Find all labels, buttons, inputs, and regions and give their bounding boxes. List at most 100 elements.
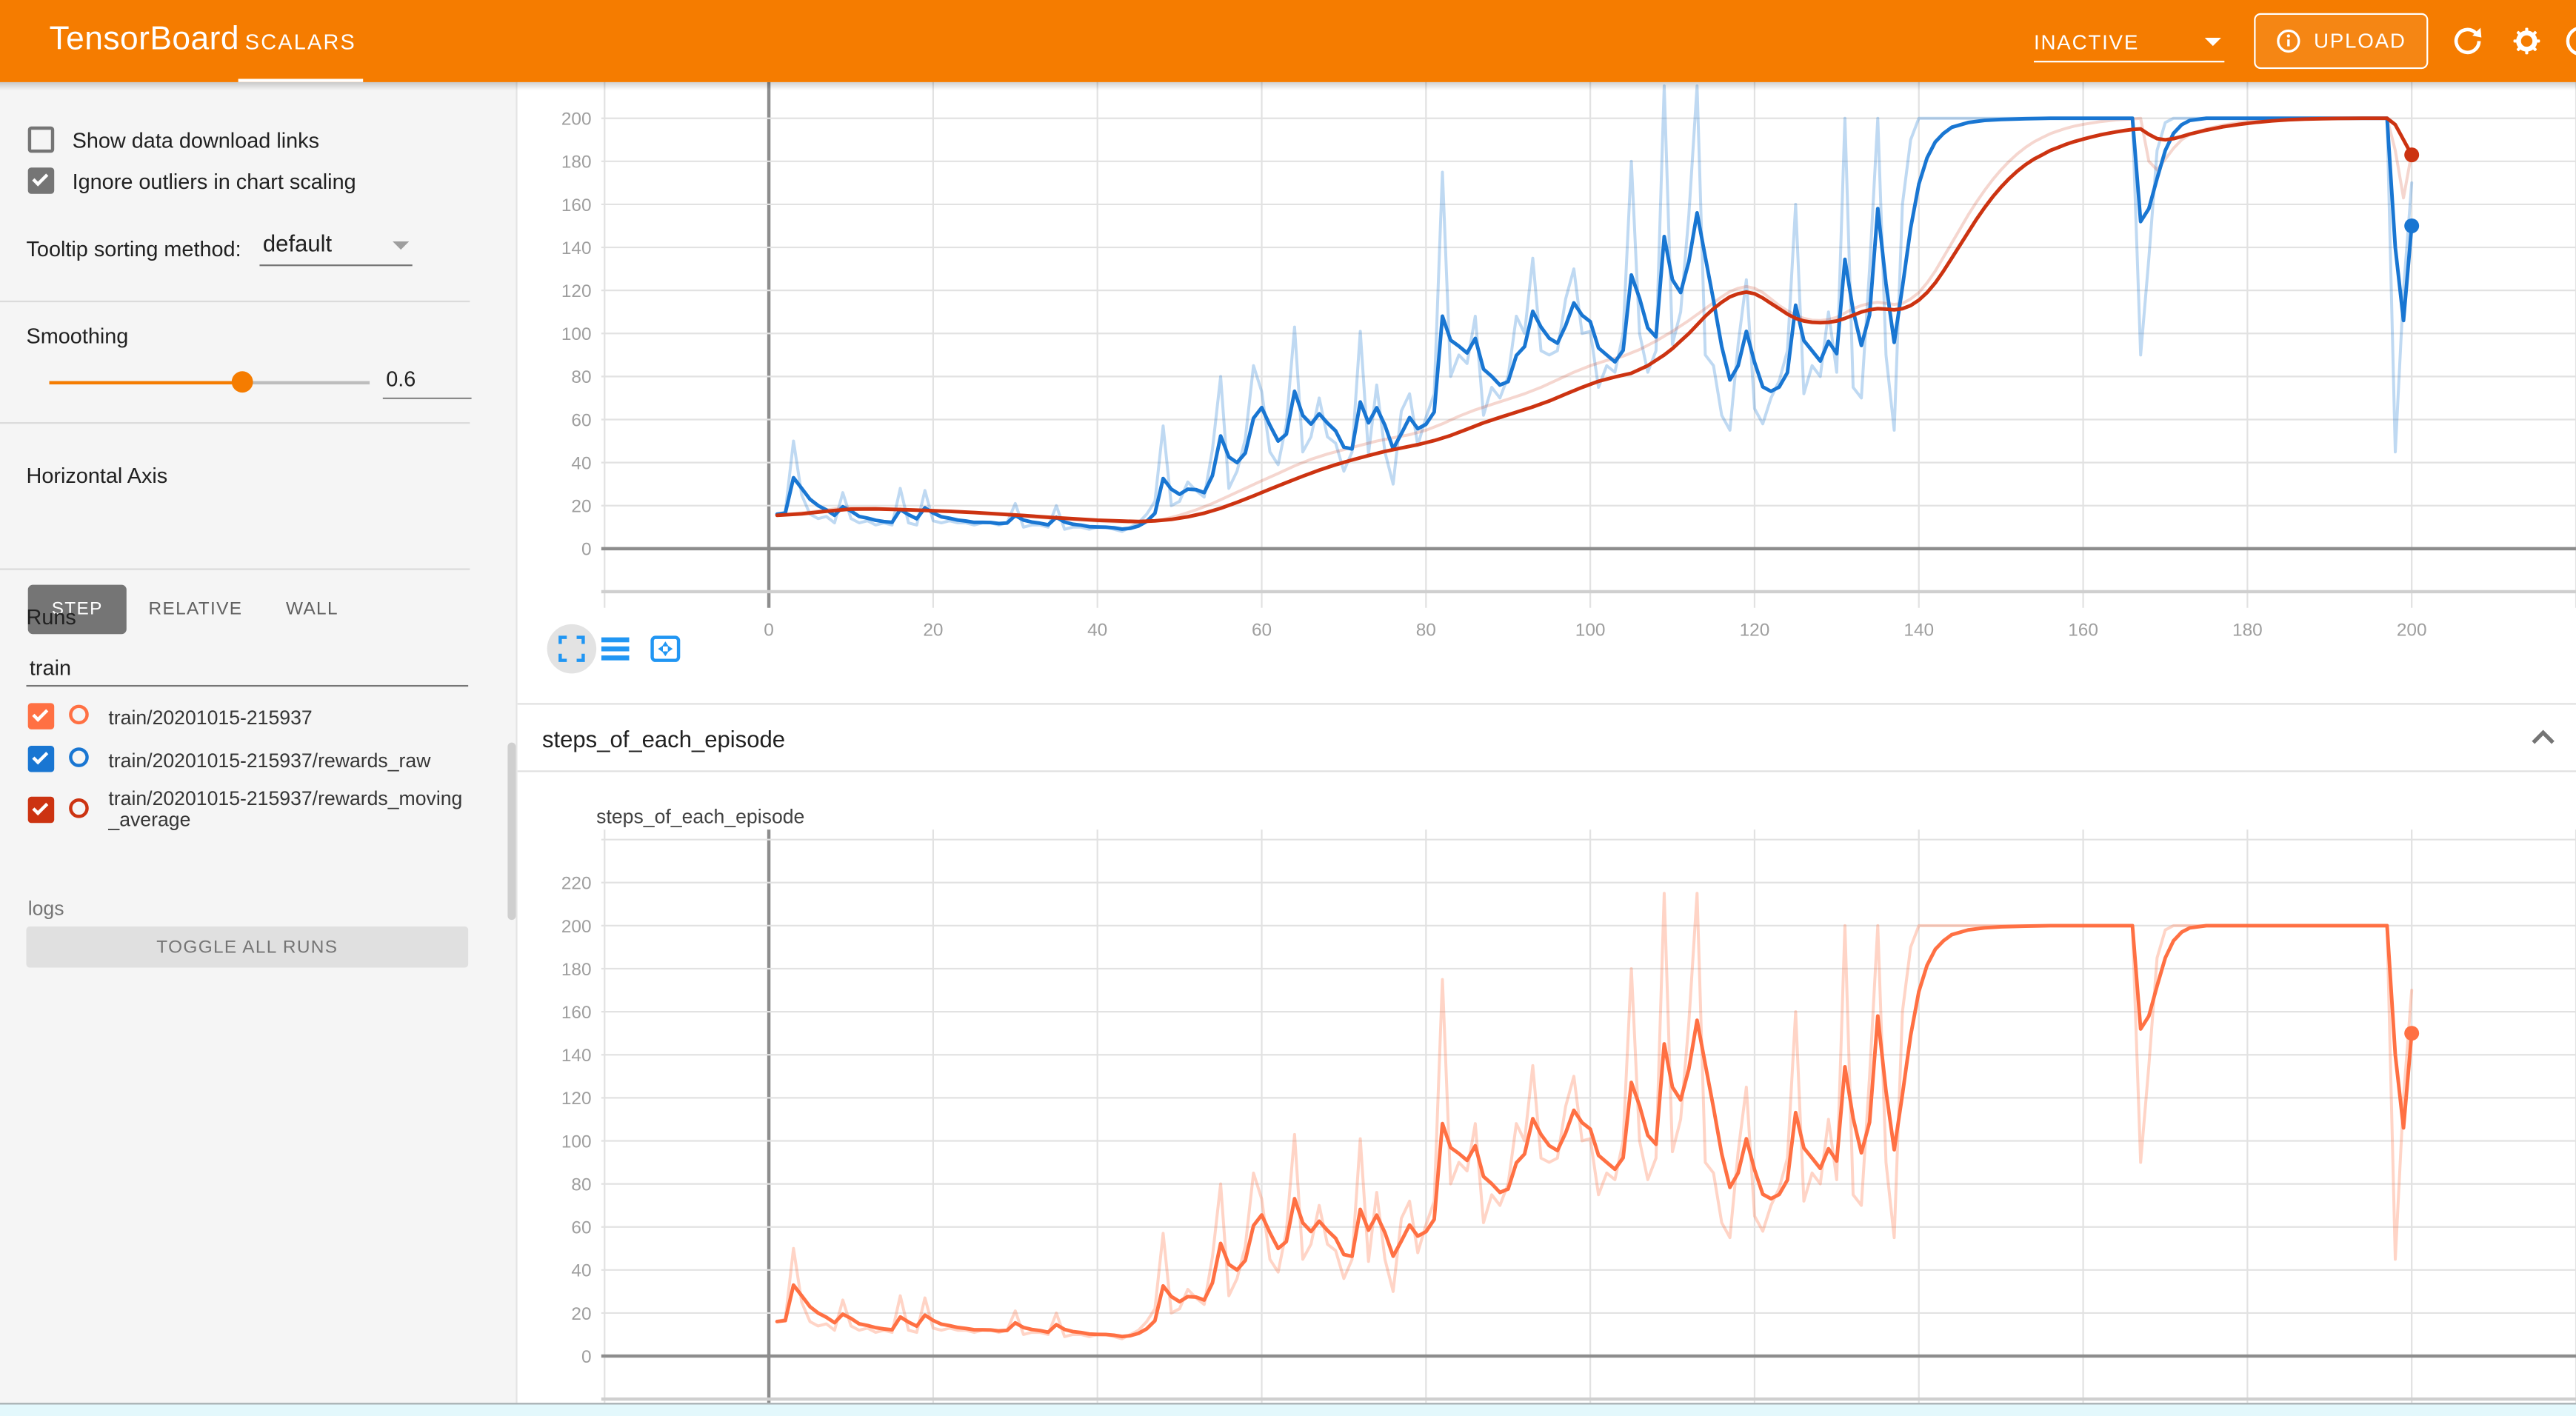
chevron-down-icon — [2205, 38, 2221, 46]
y-tick-label: 180 — [561, 153, 592, 173]
runs-filter-input[interactable] — [26, 649, 468, 687]
rewards-chart[interactable]: 0204060801001201401601802000204060801001… — [518, 82, 2576, 641]
x-tick-label: 0 — [764, 620, 774, 640]
x-tick-label: 200 — [2397, 620, 2427, 640]
expand-chart-icon[interactable] — [557, 634, 587, 664]
y-tick-label: 140 — [561, 1046, 592, 1066]
checkbox-label: Ignore outliers in chart scaling — [73, 169, 356, 193]
check-icon — [32, 747, 48, 764]
steps-chart[interactable]: 020406080100120140160180200220 — [518, 829, 2576, 1403]
upload-button[interactable]: UPLOAD — [2254, 13, 2428, 69]
x-tick-label: 80 — [1416, 620, 1436, 640]
tab-active-underline — [238, 79, 364, 81]
x-tick-label: 60 — [1252, 620, 1272, 640]
run-checkbox[interactable] — [28, 797, 54, 823]
bottom-highlight-strip — [0, 1403, 2576, 1416]
y-tick-label: 200 — [561, 917, 592, 937]
chevron-up-icon[interactable] — [2530, 728, 2556, 748]
series-avg_smooth — [777, 118, 2412, 522]
smoothing-slider-fill — [50, 381, 242, 384]
check-icon — [32, 798, 48, 815]
divider — [0, 301, 470, 302]
y-tick-label: 220 — [561, 874, 592, 894]
header-shadow — [0, 82, 2576, 90]
y-tick-label: 160 — [561, 1003, 592, 1023]
y-tick-label: 200 — [561, 110, 592, 130]
section-title: steps_of_each_episode — [542, 726, 785, 752]
series-steps_raw — [777, 893, 2412, 1339]
run-checkbox[interactable] — [28, 746, 54, 772]
run-color-circle[interactable] — [69, 705, 89, 725]
y-tick-label: 140 — [561, 238, 592, 258]
runs-label: Runs — [26, 604, 76, 629]
tooltip-sorting-select[interactable]: default — [259, 227, 412, 266]
status-dropdown-label: INACTIVE — [2034, 30, 2139, 53]
y-tick-label: 20 — [571, 1304, 591, 1324]
help-icon[interactable] — [2566, 26, 2576, 56]
sidebar: Show data download links Ignore outliers… — [0, 82, 518, 1403]
divider — [0, 568, 470, 570]
tooltip-sorting-label: Tooltip sorting method: — [26, 236, 241, 261]
y-tick-label: 100 — [561, 1132, 592, 1152]
checkbox-label: Show data download links — [73, 128, 319, 153]
y-tick-label: 100 — [561, 324, 592, 344]
run-color-circle[interactable] — [69, 798, 89, 818]
chevron-down-icon — [393, 241, 409, 250]
smoothing-slider[interactable] — [50, 381, 370, 384]
y-tick-label: 120 — [561, 281, 592, 301]
y-tick-label: 0 — [581, 1347, 592, 1367]
tensorboard-logo: TensorBoard — [50, 21, 239, 59]
run-item-label[interactable]: train/20201015-215937/rewards_moving_ave… — [108, 789, 473, 832]
status-dropdown[interactable]: INACTIVE — [2034, 23, 2224, 62]
x-tick-label: 180 — [2232, 620, 2263, 640]
y-tick-label: 40 — [571, 1261, 591, 1281]
series-end-dot — [2404, 218, 2419, 233]
series-steps_raw — [777, 86, 2412, 532]
upload-button-label: UPLOAD — [2314, 30, 2406, 53]
fit-domain-icon[interactable] — [649, 632, 681, 665]
series-end-dot — [2404, 1026, 2419, 1041]
x-tick-label: 140 — [1903, 620, 1934, 640]
run-color-circle[interactable] — [69, 747, 89, 767]
tensorboard-app: TensorBoard SCALARS INACTIVE UPLOAD — [0, 0, 2576, 1416]
smoothing-value-input[interactable] — [383, 360, 472, 399]
section-header-steps-of-each-episode[interactable]: steps_of_each_episode — [518, 703, 2576, 772]
info-icon — [2276, 28, 2302, 54]
y-tick-label: 40 — [571, 453, 591, 473]
x-tick-label: 40 — [1087, 620, 1107, 640]
sidebar-scrollbar-thumb[interactable] — [507, 743, 515, 921]
smoothing-label: Smoothing — [26, 324, 128, 348]
y-tick-label: 60 — [571, 410, 591, 430]
run-checkbox[interactable] — [28, 703, 54, 729]
y-tick-label: 80 — [571, 1175, 591, 1195]
series-end-dot — [2404, 147, 2419, 162]
check-icon — [32, 705, 48, 721]
main-content: 0 20 40 60 80 100 120 140 160 180 200 0 20 40 60 80 100 1… — [518, 82, 2576, 1403]
run-item-label[interactable]: train/20201015-215937 — [108, 707, 312, 729]
y-tick-label: 160 — [561, 196, 592, 216]
app-header: TensorBoard SCALARS INACTIVE UPLOAD — [0, 0, 2576, 82]
y-tick-label: 180 — [561, 960, 592, 980]
chart-title: steps_of_each_episode — [596, 805, 804, 828]
axis-button-wall[interactable]: WALL — [266, 585, 358, 635]
data-table-icon[interactable] — [601, 635, 630, 661]
axis-button-relative[interactable]: RELATIVE — [144, 585, 247, 635]
refresh-icon[interactable] — [2449, 23, 2486, 59]
tab-scalars[interactable]: SCALARS — [238, 0, 364, 82]
runs-footer-label: logs — [28, 897, 64, 920]
x-tick-label: 100 — [1575, 620, 1606, 640]
horizontal-axis-label: Horizontal Axis — [26, 464, 167, 488]
x-tick-label: 120 — [1740, 620, 1770, 640]
y-tick-label: 120 — [561, 1089, 592, 1109]
gear-icon[interactable] — [2509, 23, 2545, 59]
y-tick-label: 20 — [571, 497, 591, 517]
series-steps_smooth — [777, 926, 2412, 1337]
y-tick-label: 0 — [581, 540, 592, 560]
toggle-all-runs-button[interactable]: TOGGLE ALL RUNS — [26, 926, 468, 967]
run-item-label[interactable]: train/20201015-215937/rewards_raw — [108, 749, 430, 772]
checkbox-ignore-outliers[interactable] — [28, 167, 54, 193]
checkbox-show-download-links[interactable] — [28, 127, 54, 153]
smoothing-slider-thumb[interactable] — [232, 371, 253, 393]
y-tick-label: 80 — [571, 367, 591, 387]
check-icon — [32, 170, 48, 186]
